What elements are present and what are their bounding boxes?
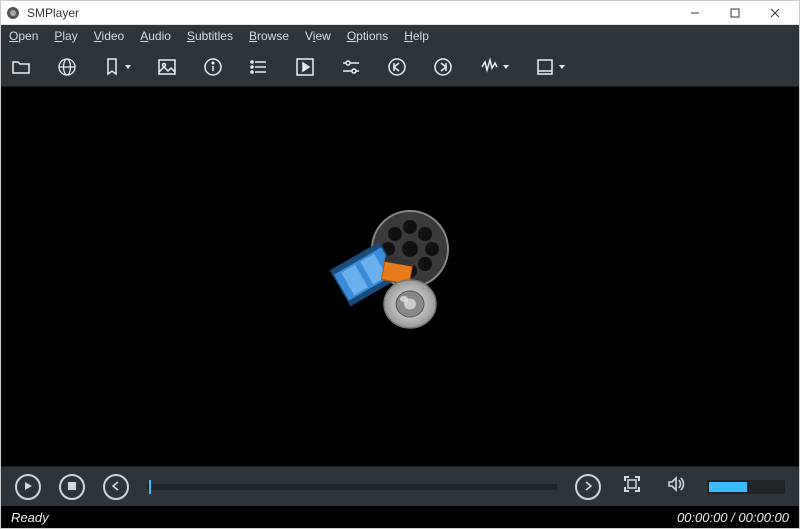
- fullscreen-button[interactable]: [619, 474, 645, 500]
- chevron-left-icon: [111, 478, 121, 496]
- time-total: 00:00:00: [738, 510, 789, 525]
- play-icon: [23, 478, 33, 496]
- playback-controls: [1, 466, 799, 506]
- menu-label: pen: [18, 29, 38, 43]
- chevron-down-icon: [125, 65, 131, 69]
- play-button[interactable]: [15, 474, 41, 500]
- settings-sliders-icon: [341, 57, 361, 77]
- toolbar-playlist[interactable]: [249, 53, 269, 81]
- toolbar-stay-on-top[interactable]: [535, 53, 565, 81]
- smplayer-logo: [325, 204, 475, 349]
- volume-fill: [709, 482, 747, 492]
- next-button[interactable]: [575, 474, 601, 500]
- stop-icon: [67, 478, 77, 496]
- bookmark-icon: [103, 57, 121, 77]
- window-title: SMPlayer: [27, 6, 79, 20]
- chevron-down-icon: [503, 65, 509, 69]
- menu-view[interactable]: View: [305, 29, 331, 43]
- menu-subtitles[interactable]: Subtitles: [187, 29, 233, 43]
- display-icon: [535, 57, 555, 77]
- menu-open[interactable]: Open: [9, 29, 38, 43]
- menu-play[interactable]: Play: [54, 29, 77, 43]
- toolbar-screenshot[interactable]: [157, 53, 177, 81]
- image-icon: [157, 57, 177, 77]
- chevron-down-icon: [559, 65, 565, 69]
- folder-icon: [11, 57, 31, 77]
- stop-button[interactable]: [59, 474, 85, 500]
- time-current: 00:00:00: [677, 510, 728, 525]
- menu-help[interactable]: Help: [404, 29, 429, 43]
- toolbar-preferences[interactable]: [341, 53, 361, 81]
- toolbar: [1, 47, 799, 87]
- seek-bar[interactable]: [147, 484, 557, 490]
- toolbar-playback[interactable]: [295, 53, 315, 81]
- seek-position-marker: [149, 480, 151, 494]
- volume-slider[interactable]: [707, 480, 785, 494]
- toolbar-previous[interactable]: [387, 53, 407, 81]
- play-box-icon: [295, 57, 315, 77]
- menu-options[interactable]: Options: [347, 29, 388, 43]
- menu-audio[interactable]: Audio: [140, 29, 171, 43]
- globe-icon: [57, 57, 77, 77]
- window-maximize-button[interactable]: [715, 1, 755, 25]
- window-minimize-button[interactable]: [675, 1, 715, 25]
- chevron-right-icon: [583, 478, 593, 496]
- info-icon: [203, 57, 223, 77]
- status-text: Ready: [11, 510, 49, 525]
- toolbar-url[interactable]: [57, 53, 77, 81]
- skip-back-icon: [387, 57, 407, 77]
- video-area[interactable]: [1, 87, 799, 466]
- playlist-icon: [249, 57, 269, 77]
- toolbar-info[interactable]: [203, 53, 223, 81]
- app-icon: [5, 5, 21, 21]
- time-display: 00:00:00 / 00:00:00: [677, 510, 789, 525]
- window-close-button[interactable]: [755, 1, 795, 25]
- statusbar: Ready 00:00:00 / 00:00:00: [1, 506, 799, 528]
- fullscreen-icon: [622, 474, 642, 499]
- titlebar: SMPlayer: [1, 1, 799, 25]
- menu-video[interactable]: Video: [94, 29, 124, 43]
- equalizer-icon: [479, 57, 499, 77]
- toolbar-audio-channels[interactable]: [479, 53, 509, 81]
- menubar: Open Play Video Audio Subtitles Browse V…: [1, 25, 799, 47]
- previous-button[interactable]: [103, 474, 129, 500]
- volume-button[interactable]: [663, 474, 689, 500]
- skip-forward-icon: [433, 57, 453, 77]
- menu-browse[interactable]: Browse: [249, 29, 289, 43]
- toolbar-open[interactable]: [11, 53, 31, 81]
- volume-icon: [666, 474, 686, 499]
- toolbar-favorites[interactable]: [103, 53, 131, 81]
- toolbar-next[interactable]: [433, 53, 453, 81]
